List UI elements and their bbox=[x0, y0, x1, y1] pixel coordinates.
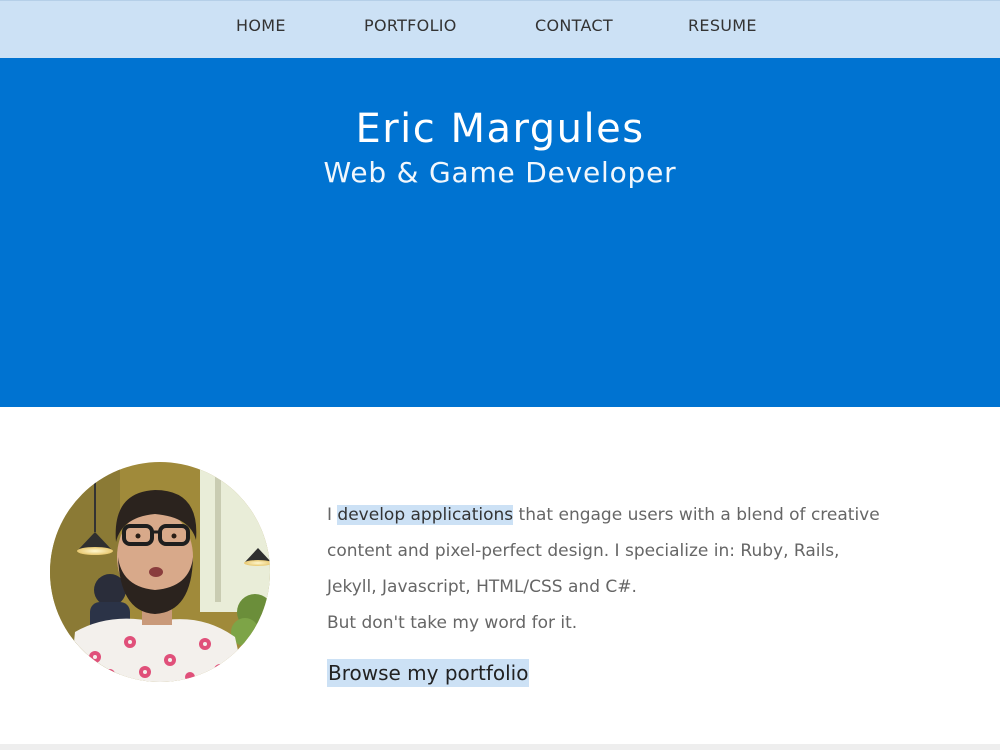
intro-text: I develop applications that engage users… bbox=[327, 497, 887, 641]
nav-link-home[interactable]: HOME bbox=[236, 16, 286, 35]
top-nav: HOME PORTFOLIO CONTACT RESUME bbox=[0, 0, 1000, 58]
intro-highlight: develop applications bbox=[337, 505, 514, 525]
hero-name: Eric Margules bbox=[355, 106, 645, 152]
avatar bbox=[50, 462, 270, 682]
intro-paragraph: I develop applications that engage users… bbox=[327, 497, 887, 605]
browse-portfolio-link[interactable]: Browse my portfolio bbox=[327, 659, 530, 687]
nav-link-contact[interactable]: CONTACT bbox=[535, 16, 613, 35]
intro-line2: But don't take my word for it. bbox=[327, 613, 578, 633]
nav-link-portfolio[interactable]: PORTFOLIO bbox=[364, 16, 457, 35]
hero-banner: Eric Margules Web & Game Developer bbox=[0, 58, 1000, 407]
nav-link-resume[interactable]: RESUME bbox=[688, 16, 757, 35]
intro-lead: I bbox=[327, 505, 338, 525]
avatar-photo bbox=[50, 462, 270, 682]
footer-strip bbox=[0, 744, 1000, 750]
hero-subtitle: Web & Game Developer bbox=[323, 156, 677, 189]
